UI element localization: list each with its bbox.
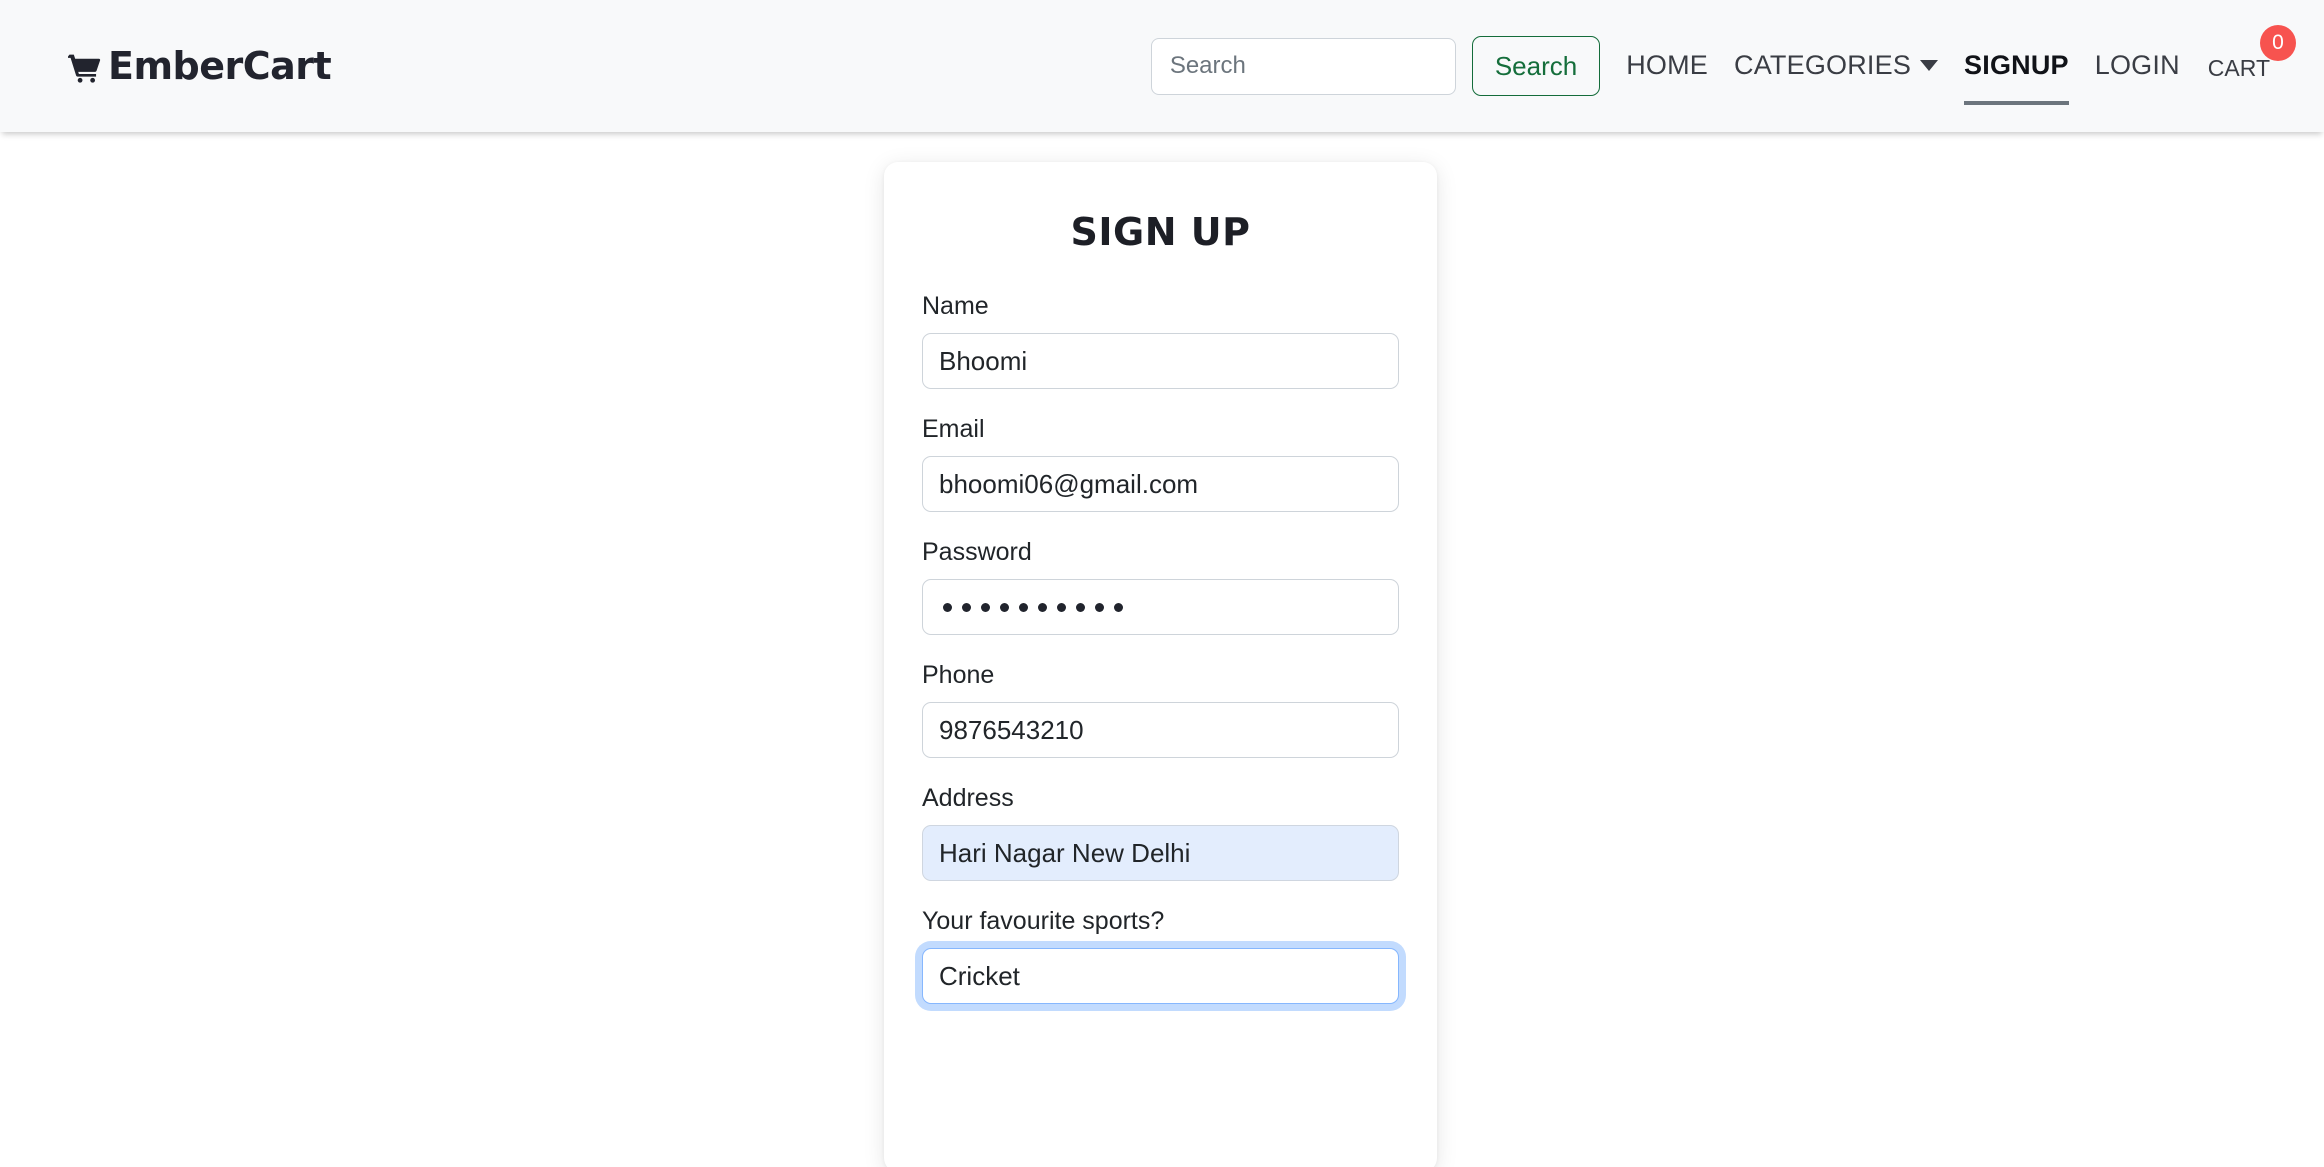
name-input[interactable]: [922, 333, 1399, 389]
page-title: SIGN UP: [1070, 210, 1251, 254]
nav-link-home-label: HOME: [1626, 49, 1709, 80]
field-email-label: Email: [922, 415, 985, 443]
field-password-label: Password: [922, 538, 1032, 566]
signup-card: SIGN UP Name Email Password Phone Addres…: [884, 162, 1437, 1167]
nav-link-login-label: LOGIN: [2094, 49, 2180, 80]
field-address-label: Address: [922, 784, 1014, 812]
chevron-down-icon: [1920, 59, 1939, 71]
email-input[interactable]: [922, 456, 1399, 512]
address-input[interactable]: [922, 825, 1399, 881]
cart-label: CART: [2207, 54, 2270, 81]
nav-link-signup[interactable]: SIGNUP: [1964, 49, 2069, 105]
nav-link-home[interactable]: HOME: [1626, 50, 1708, 83]
brand-name: EmberCart: [108, 44, 332, 88]
favourite-sports-input[interactable]: [922, 948, 1399, 1004]
field-password: Password: [922, 538, 1399, 635]
field-name: Name: [922, 292, 1399, 389]
field-favourite-sports: Your favourite sports?: [922, 907, 1399, 1004]
field-address: Address: [922, 784, 1399, 881]
search-input[interactable]: [1150, 37, 1456, 95]
nav-link-signup-label: SIGNUP: [1964, 49, 2069, 80]
nav-link-cart[interactable]: CART 0: [2207, 24, 2296, 82]
nav-link-categories[interactable]: CATEGORIES: [1734, 49, 1939, 83]
phone-input[interactable]: [922, 702, 1399, 758]
field-phone: Phone: [922, 661, 1399, 758]
search-button[interactable]: Search: [1471, 36, 1601, 96]
field-favourite-sports-label: Your favourite sports?: [922, 907, 1165, 935]
shopping-cart-icon: [68, 53, 102, 83]
top-navbar: EmberCart Search HOME CATEGORIES SIGNUP …: [0, 0, 2324, 132]
cart-count-badge: 0: [2260, 24, 2296, 61]
nav-link-categories-label: CATEGORIES: [1734, 49, 1912, 80]
brand-logo[interactable]: EmberCart: [68, 44, 332, 88]
field-name-label: Name: [922, 292, 989, 320]
navbar-right-group: Search HOME CATEGORIES SIGNUP LOGIN CART…: [1150, 24, 2296, 105]
nav-link-login[interactable]: LOGIN: [2095, 50, 2180, 83]
password-input[interactable]: [922, 579, 1399, 635]
page-body: SIGN UP Name Email Password Phone Addres…: [0, 132, 2324, 1167]
field-email: Email: [922, 415, 1399, 512]
password-mask-dots: [939, 580, 1382, 634]
field-phone-label: Phone: [922, 661, 995, 689]
